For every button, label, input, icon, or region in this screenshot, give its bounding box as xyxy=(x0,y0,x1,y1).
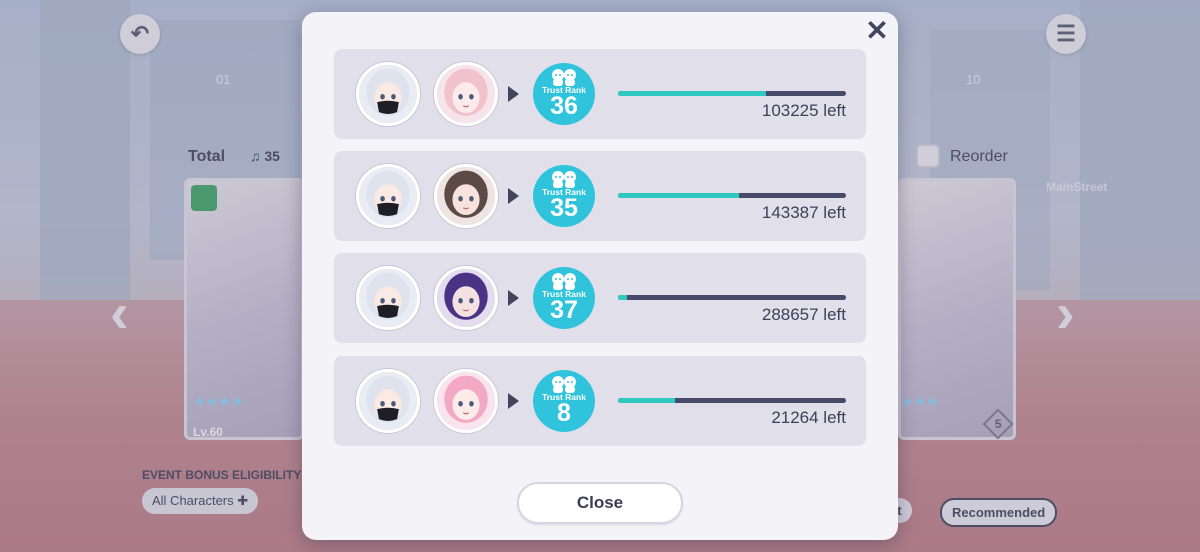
trust-rank-badge: Trust Rank 37 xyxy=(533,267,595,329)
trust-rank-badge: Trust Rank 35 xyxy=(533,165,595,227)
trust-rank-number: 36 xyxy=(550,92,578,120)
trust-rank-modal: ✕ Trust Rank 36 103225 left Trust Rank 35 143… xyxy=(302,12,898,540)
play-arrow-icon xyxy=(508,290,519,306)
avatar-right xyxy=(434,62,498,126)
play-arrow-icon xyxy=(508,188,519,204)
close-button[interactable]: Close xyxy=(517,482,683,524)
trust-rank-badge: Trust Rank 36 xyxy=(533,63,595,125)
points-remaining: 288657 left xyxy=(761,305,846,324)
points-remaining: 103225 left xyxy=(761,101,846,120)
trust-rank-row: Trust Rank 35 143387 left xyxy=(334,151,866,241)
avatar-right xyxy=(434,266,498,330)
trust-rank-badge: Trust Rank 8 xyxy=(533,370,595,432)
trust-rank-row: Trust Rank 36 103225 left xyxy=(334,49,866,139)
points-remaining: 143387 left xyxy=(761,203,846,222)
play-arrow-icon xyxy=(508,393,519,409)
trust-rank-number: 8 xyxy=(557,399,571,427)
trust-rank-number: 35 xyxy=(550,194,578,222)
trust-faces-icon xyxy=(549,68,579,86)
progress-fill xyxy=(618,91,767,96)
avatar-left xyxy=(356,266,420,330)
avatar-left xyxy=(356,62,420,126)
points-remaining: 21264 left xyxy=(771,408,846,427)
avatar-left xyxy=(356,369,420,433)
trust-faces-icon xyxy=(549,375,579,393)
trust-rank-row: Trust Rank 8 21264 left xyxy=(334,356,866,446)
progress-fill xyxy=(618,398,675,403)
trust-rank-row: Trust Rank 37 288657 left xyxy=(334,253,866,343)
trust-faces-icon xyxy=(549,170,579,188)
trust-faces-icon xyxy=(549,272,579,290)
progress-bar xyxy=(618,193,846,198)
progress-fill xyxy=(618,295,628,300)
progress-fill xyxy=(618,193,739,198)
progress-bar xyxy=(618,91,846,96)
avatar-right xyxy=(434,369,498,433)
avatar-left xyxy=(356,164,420,228)
progress-bar xyxy=(618,398,846,403)
avatar-right xyxy=(434,164,498,228)
trust-rank-number: 37 xyxy=(550,296,578,324)
play-arrow-icon xyxy=(508,86,519,102)
close-icon[interactable]: ✕ xyxy=(864,17,890,45)
progress-bar xyxy=(618,295,846,300)
